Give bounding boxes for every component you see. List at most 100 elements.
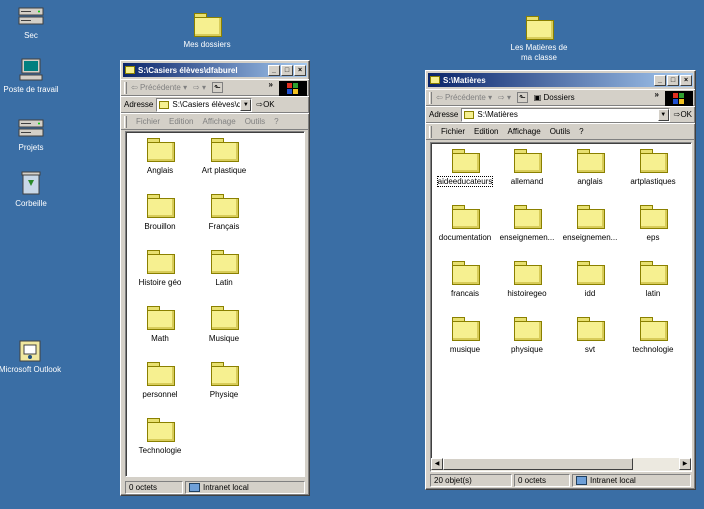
folder-item[interactable]: Histoire géo xyxy=(128,250,192,288)
desktop-icon-label: Projets xyxy=(18,143,44,152)
desktop-icon-outlook[interactable]: Microsoft Outlook xyxy=(0,340,64,375)
desktop-icon-mes-dossiers[interactable]: Mes dossiers xyxy=(173,13,241,50)
toolbar-chevron[interactable]: » xyxy=(269,80,273,89)
go-button[interactable]: ⇨OK xyxy=(674,110,692,119)
desktop-icon-projets[interactable]: Projets xyxy=(0,118,65,153)
close-button[interactable]: × xyxy=(294,64,306,76)
folder-item[interactable]: musique xyxy=(433,317,497,355)
title-bar[interactable]: S:\Matières _ □ × xyxy=(428,73,693,87)
folder-label: Latin xyxy=(215,278,233,287)
folder-item[interactable]: documentation xyxy=(433,205,497,243)
desktop-icon-label: Microsoft Outlook xyxy=(0,365,62,374)
folder-item[interactable]: Physiqe xyxy=(192,362,256,400)
folder-item[interactable]: Français xyxy=(192,194,256,232)
address-field[interactable]: S:\Matières ▼ xyxy=(461,107,670,122)
file-view[interactable]: Anglais Art plastique Brouillon Français… xyxy=(125,131,305,477)
folder-item[interactable]: Musique xyxy=(192,306,256,344)
folder-label: physique xyxy=(510,345,544,354)
folder-item[interactable]: latin xyxy=(621,261,685,299)
scroll-thumb[interactable] xyxy=(443,458,633,470)
toolbar-chevron[interactable]: » xyxy=(655,90,659,99)
menu-help[interactable]: ? xyxy=(274,117,278,126)
folder-item[interactable]: idd xyxy=(558,261,622,299)
status-zone: Intranet local xyxy=(572,474,691,487)
folders-button[interactable]: ▣ Dossiers xyxy=(534,93,575,102)
folder-item[interactable]: aideeducateurs xyxy=(433,149,497,187)
folder-icon xyxy=(640,205,668,229)
back-button[interactable]: ⇦ Précédente ▾ xyxy=(436,93,492,102)
menu-edition[interactable]: Edition xyxy=(474,127,498,136)
toolbar: ⇦ Précédente ▾ ⇨ ▾ ⬑ ▣ Dossiers » xyxy=(426,89,695,107)
menu-affichage[interactable]: Affichage xyxy=(507,127,540,136)
go-button[interactable]: ⇨OK xyxy=(256,100,274,109)
folder-item[interactable]: Latin xyxy=(192,250,256,288)
desktop-icon-les-matieres[interactable]: Les Matières de ma classe xyxy=(505,16,573,63)
menu-edition[interactable]: Edition xyxy=(169,117,193,126)
folder-item[interactable]: artplastiques xyxy=(621,149,685,187)
folder-item[interactable]: francais xyxy=(433,261,497,299)
folder-icon xyxy=(577,205,605,229)
minimize-button[interactable]: _ xyxy=(268,64,280,76)
folder-item[interactable]: allemand xyxy=(495,149,559,187)
folder-label: technologie xyxy=(632,345,674,354)
menu-grip[interactable] xyxy=(124,115,127,128)
intranet-icon xyxy=(576,476,587,485)
folder-item[interactable]: Brouillon xyxy=(128,194,192,232)
scroll-right-button[interactable]: ▶ xyxy=(679,458,691,470)
maximize-button[interactable]: □ xyxy=(667,74,679,86)
folder-icon xyxy=(147,362,175,386)
folder-item[interactable]: svt xyxy=(558,317,622,355)
folder-item[interactable]: anglais xyxy=(558,149,622,187)
toolbar-grip[interactable] xyxy=(124,81,127,94)
folder-item[interactable]: enseignemen... xyxy=(558,205,622,243)
menu-help[interactable]: ? xyxy=(579,127,583,136)
menu-affichage[interactable]: Affichage xyxy=(202,117,235,126)
folder-item[interactable]: Anglais xyxy=(128,138,192,176)
folder-item[interactable]: Technologie xyxy=(128,418,192,456)
folder-label: allemand xyxy=(510,177,544,186)
folder-icon xyxy=(125,66,135,74)
folder-item[interactable]: personnel xyxy=(128,362,192,400)
horizontal-scrollbar[interactable]: ◀ ▶ xyxy=(431,458,691,471)
menu-grip[interactable] xyxy=(429,125,432,138)
folder-item[interactable]: eps xyxy=(621,205,685,243)
folder-item[interactable]: Art plastique xyxy=(192,138,256,176)
folder-icon xyxy=(514,205,542,229)
address-bar: Adresse S:\Matières ▼ ⇨OK xyxy=(426,106,695,123)
desktop-icon-sec[interactable]: Sec xyxy=(0,6,65,41)
title-bar[interactable]: S:\Casiers élèves\dfaburel _ □ × xyxy=(123,63,307,77)
close-button[interactable]: × xyxy=(680,74,692,86)
folder-item[interactable]: physique xyxy=(495,317,559,355)
folder-label: musique xyxy=(449,345,481,354)
address-field[interactable]: S:\Casiers élèves\dfa ▼ xyxy=(156,97,253,112)
folder-icon xyxy=(211,138,239,162)
window-title: S:\Matières xyxy=(443,75,486,85)
folder-icon xyxy=(147,418,175,442)
desktop-icon-poste-de-travail[interactable]: Poste de travail xyxy=(0,58,65,95)
up-folder-button[interactable]: ⬑ xyxy=(517,92,528,103)
toolbar-grip[interactable] xyxy=(429,91,432,104)
forward-button[interactable]: ⇨ ▾ xyxy=(193,83,206,92)
folder-item[interactable]: technologie xyxy=(621,317,685,355)
up-folder-button[interactable]: ⬑ xyxy=(212,82,223,93)
back-button[interactable]: ⇦ Précédente ▾ xyxy=(131,83,187,92)
folder-item[interactable]: Math xyxy=(128,306,192,344)
menu-fichier[interactable]: Fichier xyxy=(136,117,160,126)
chevron-down-icon[interactable]: ▼ xyxy=(240,98,252,111)
status-size: 0 octets xyxy=(125,481,183,494)
folder-item[interactable]: histoiregeo xyxy=(495,261,559,299)
maximize-button[interactable]: □ xyxy=(281,64,293,76)
desktop-icon-corbeille[interactable]: Corbeille xyxy=(0,170,65,209)
folder-item[interactable]: enseignemen... xyxy=(495,205,559,243)
windows-logo-icon xyxy=(279,81,307,97)
file-view[interactable]: aideeducateurs allemand anglais artplast… xyxy=(430,142,692,472)
forward-button[interactable]: ⇨ ▾ xyxy=(498,93,511,102)
status-size: 0 octets xyxy=(514,474,570,487)
menu-outils[interactable]: Outils xyxy=(245,117,265,126)
folder-icon xyxy=(514,149,542,173)
scroll-left-button[interactable]: ◀ xyxy=(431,458,443,470)
menu-outils[interactable]: Outils xyxy=(550,127,570,136)
chevron-down-icon[interactable]: ▼ xyxy=(657,108,669,121)
menu-fichier[interactable]: Fichier xyxy=(441,127,465,136)
minimize-button[interactable]: _ xyxy=(654,74,666,86)
